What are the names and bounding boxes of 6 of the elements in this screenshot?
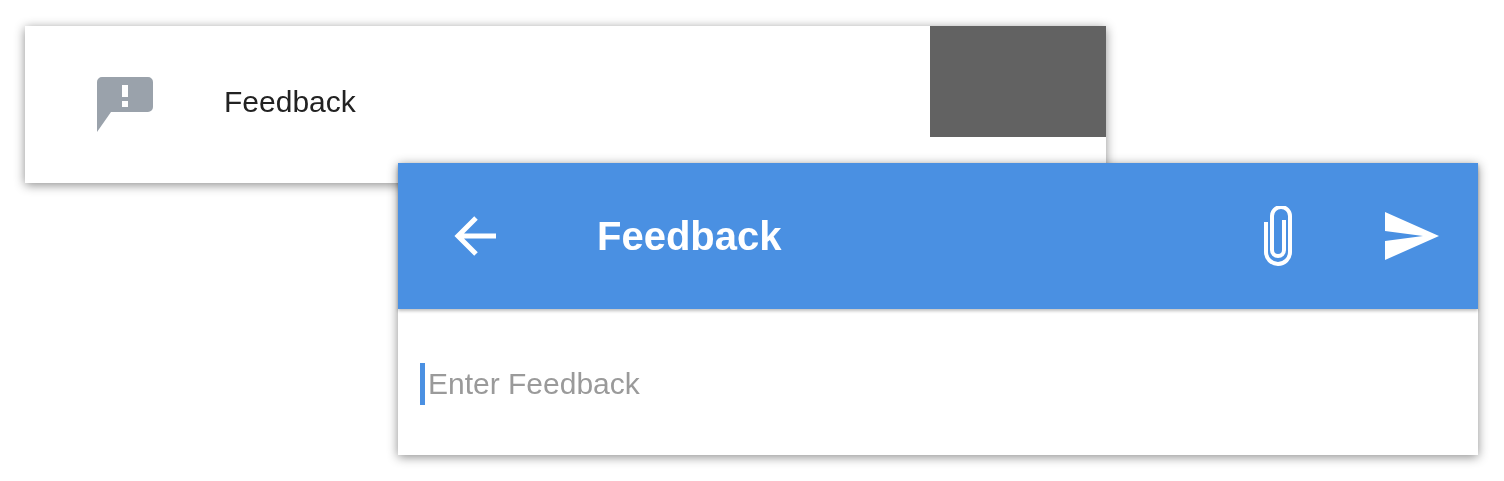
feedback-input[interactable]: Enter Feedback [428,367,1028,401]
feedback-icon [97,77,153,133]
app-bar-title: Feedback [597,213,783,259]
send-icon [1385,212,1439,260]
menu-item-label[interactable]: Feedback [224,85,356,119]
send-button[interactable] [1385,212,1439,260]
